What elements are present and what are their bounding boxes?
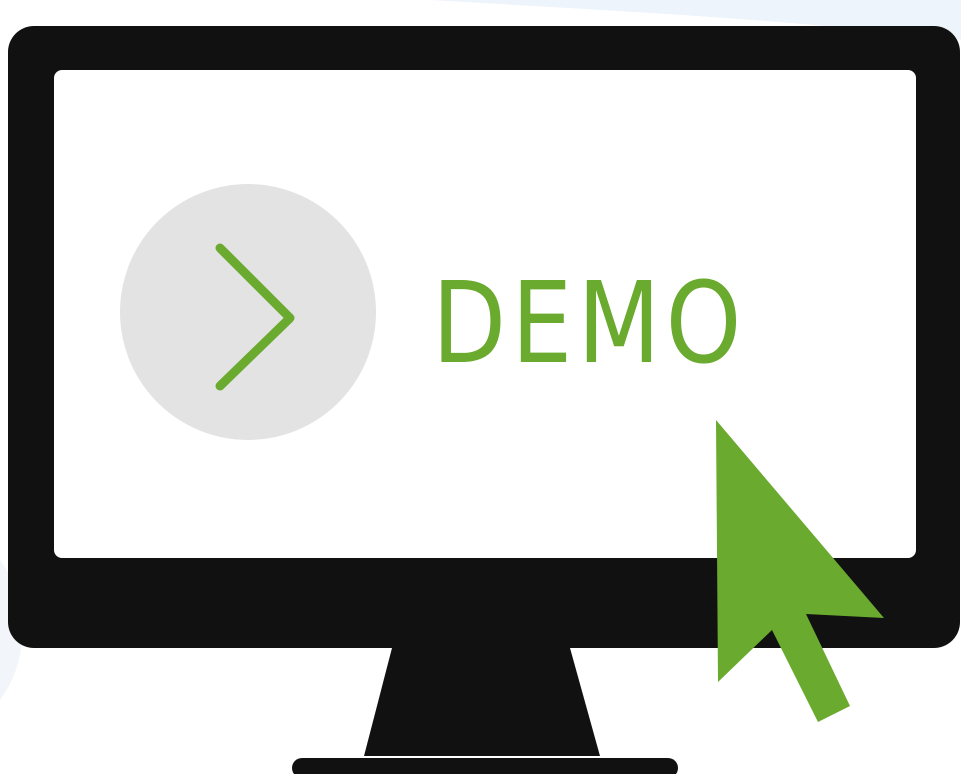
monitor-base — [292, 758, 678, 774]
monitor-stand — [364, 648, 600, 756]
chevron-right-icon — [215, 243, 295, 391]
demo-illustration: DEMO — [0, 0, 961, 774]
demo-label: DEMO — [432, 259, 747, 389]
play-button[interactable] — [120, 184, 376, 440]
